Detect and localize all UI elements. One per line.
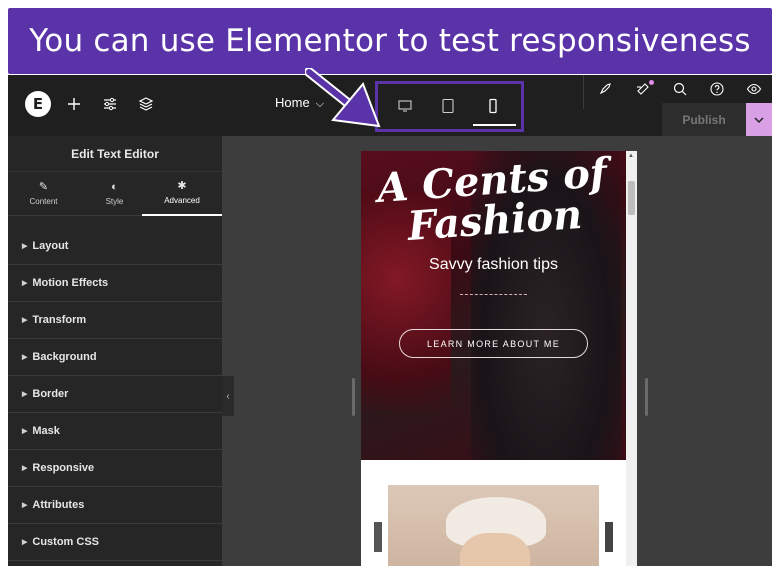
mobile-icon[interactable] bbox=[481, 94, 505, 118]
caret-right-icon: ▶ bbox=[22, 539, 28, 546]
caret-right-icon: ▶ bbox=[22, 428, 28, 435]
help-icon[interactable] bbox=[706, 78, 728, 100]
tab-style[interactable]: ◐ Style bbox=[79, 172, 150, 216]
editor-topbar: E Home ⌵ Publish bbox=[8, 75, 772, 136]
tab-advanced[interactable]: ✱ Advanced bbox=[142, 172, 222, 216]
rocket-icon[interactable] bbox=[594, 78, 616, 100]
screenshot-frame: You can use Elementor to test responsive… bbox=[0, 0, 780, 572]
plus-icon[interactable] bbox=[63, 93, 85, 115]
section-motion-effects[interactable]: ▶ Motion Effects bbox=[8, 265, 222, 302]
section-layout[interactable]: ▶ Layout bbox=[8, 228, 222, 265]
preview-canvas: A Cents of Fashion Savvy fashion tips LE… bbox=[222, 136, 772, 566]
caret-right-icon: ▶ bbox=[22, 243, 28, 250]
pencil-icon: ✎ bbox=[38, 181, 49, 193]
panel-title: Edit Text Editor bbox=[8, 136, 222, 172]
publish-options-button[interactable] bbox=[746, 103, 772, 136]
caret-right-icon: ▶ bbox=[22, 317, 28, 324]
section-responsive[interactable]: ▶ Responsive bbox=[8, 450, 222, 487]
section-transform[interactable]: ▶ Transform bbox=[8, 302, 222, 339]
learn-more-button[interactable]: LEARN MORE ABOUT ME bbox=[399, 329, 588, 358]
search-icon[interactable] bbox=[669, 78, 691, 100]
contrast-icon: ◐ bbox=[111, 181, 118, 193]
site-tagline[interactable]: Savvy fashion tips bbox=[361, 256, 626, 274]
resize-handle-left[interactable] bbox=[352, 378, 355, 416]
pointer-arrow-icon bbox=[305, 68, 381, 128]
face-shape bbox=[460, 533, 530, 566]
section-custom-css[interactable]: ▶ Custom CSS bbox=[8, 524, 222, 561]
carousel-edge-left bbox=[374, 522, 382, 552]
caret-right-icon: ▶ bbox=[22, 391, 28, 398]
tablet-icon[interactable] bbox=[436, 94, 460, 118]
section-background[interactable]: ▶ Background bbox=[8, 339, 222, 376]
caret-right-icon: ▶ bbox=[22, 280, 28, 287]
responsive-mode-highlight bbox=[375, 81, 524, 132]
scroll-up-icon[interactable]: ▲ bbox=[628, 153, 634, 159]
notification-dot bbox=[649, 80, 654, 85]
preview-scrollbar[interactable]: ▲ bbox=[626, 151, 637, 566]
gear-icon: ✱ bbox=[177, 180, 187, 192]
elementor-logo[interactable]: E bbox=[25, 91, 51, 117]
carousel-edge-right bbox=[605, 522, 613, 552]
chevron-down-icon bbox=[754, 116, 764, 123]
collapse-panel-button[interactable]: ‹ bbox=[222, 376, 234, 416]
section-attributes[interactable]: ▶ Attributes bbox=[8, 487, 222, 524]
panel-tabs: ✎ Content ◐ Style ✱ Advanced bbox=[8, 172, 222, 216]
mobile-preview: A Cents of Fashion Savvy fashion tips LE… bbox=[361, 151, 626, 566]
active-device-indicator bbox=[473, 124, 516, 126]
publish-button[interactable]: Publish bbox=[662, 103, 746, 136]
editor-panel: Edit Text Editor ✎ Content ◐ Style ✱ Adv… bbox=[8, 136, 222, 566]
dashed-divider bbox=[460, 294, 527, 295]
layers-icon[interactable] bbox=[135, 93, 157, 115]
section-list: ▶ Layout ▶ Motion Effects ▶ Transform ▶ Back… bbox=[8, 228, 222, 561]
section-mask[interactable]: ▶ Mask bbox=[8, 413, 222, 450]
section-border[interactable]: ▶ Border bbox=[8, 376, 222, 413]
scrollbar-thumb[interactable] bbox=[628, 181, 635, 215]
portrait-photo bbox=[388, 485, 599, 566]
chevron-left-icon: ‹ bbox=[226, 390, 230, 402]
caret-right-icon: ▶ bbox=[22, 502, 28, 509]
caret-right-icon: ▶ bbox=[22, 354, 28, 361]
caption-text: You can use Elementor to test responsive… bbox=[29, 23, 751, 59]
hero-section: A Cents of Fashion Savvy fashion tips LE… bbox=[361, 151, 626, 460]
caret-right-icon: ▶ bbox=[22, 465, 28, 472]
preview-icon[interactable] bbox=[743, 78, 765, 100]
resize-handle-right[interactable] bbox=[645, 378, 648, 416]
desktop-icon[interactable] bbox=[393, 94, 417, 118]
sliders-icon[interactable] bbox=[99, 93, 121, 115]
tab-content[interactable]: ✎ Content bbox=[8, 172, 79, 216]
caption-banner: You can use Elementor to test responsive… bbox=[8, 8, 772, 74]
toolbar-divider bbox=[583, 75, 584, 109]
